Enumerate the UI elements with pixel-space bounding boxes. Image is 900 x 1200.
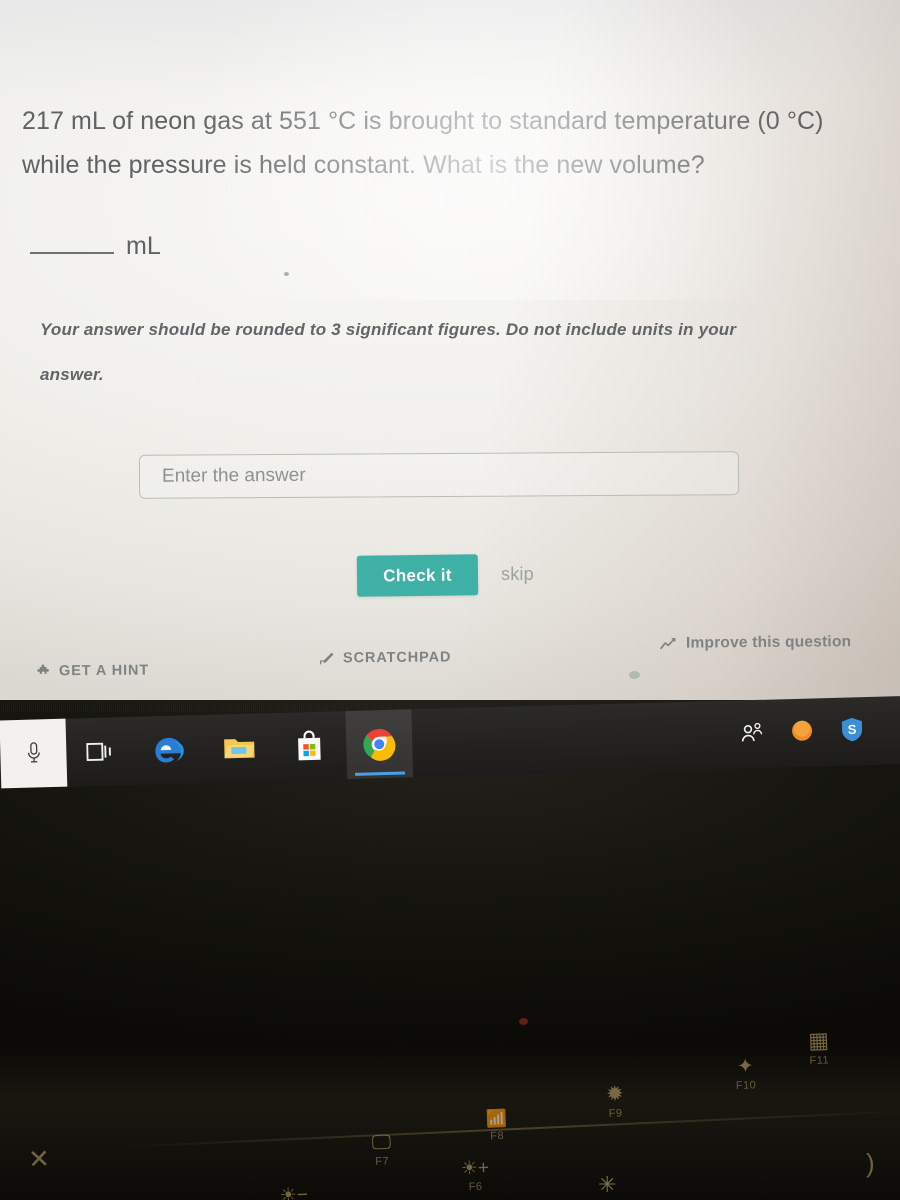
key-f9-label: F9: [608, 1107, 623, 1120]
key-f10-label: F10: [735, 1079, 757, 1092]
skip-button[interactable]: skip: [495, 563, 540, 586]
answer-blank: mL: [30, 232, 161, 261]
key-f5-brightness-down[interactable]: ☀− F5: [279, 1184, 309, 1200]
esc-x-icon: ✕: [27, 1143, 51, 1175]
wireless-icon: 📶: [485, 1108, 508, 1129]
microsoft-store-icon: [298, 730, 321, 761]
scratchpad-button[interactable]: SCRATCHPAD: [318, 649, 451, 666]
taskbar-item-edge[interactable]: [135, 715, 203, 785]
svg-text:S: S: [847, 721, 856, 736]
screen-speck: [284, 272, 289, 276]
key-f10-bluetooth[interactable]: ✦ F10: [735, 1055, 757, 1092]
taskbar-item-file-explorer[interactable]: [205, 713, 273, 783]
brightness-down-icon: ☀−: [279, 1184, 309, 1200]
key-esc[interactable]: ✕: [27, 1143, 51, 1175]
keyboard-backlight-icon: ▦: [807, 1027, 830, 1054]
chrome-icon: [363, 729, 396, 761]
cursor-dot: [629, 671, 640, 679]
question-text: 217 mL of neon gas at 551 °C is brought …: [22, 107, 824, 179]
blank-unit-label: mL: [126, 232, 161, 260]
improve-question-button[interactable]: Improve this question: [660, 633, 851, 653]
key-f8-wireless[interactable]: 📶 F8: [485, 1108, 508, 1143]
key-f11-keyboard-backlight[interactable]: ▦ F11: [807, 1027, 830, 1068]
exercise-page: 217 mL of neon gas at 551 °C is brought …: [0, 0, 900, 712]
blank-underscore: [30, 232, 114, 254]
puzzle-piece-icon: [36, 664, 51, 679]
key-asterisk[interactable]: ✳: [598, 1172, 616, 1198]
orange-circle-icon[interactable]: [790, 718, 815, 748]
cortana-search-box[interactable]: [0, 718, 68, 789]
get-a-hint-button[interactable]: GET A HINT: [36, 663, 149, 680]
get-a-hint-label: GET A HINT: [58, 662, 150, 680]
answer-input[interactable]: [138, 451, 740, 499]
key-f11-label: F11: [809, 1054, 830, 1068]
key-f6-brightness-up[interactable]: ☀+ F6: [460, 1157, 490, 1194]
gear-icon: ✹: [605, 1082, 625, 1106]
deck-speck: [519, 1018, 528, 1025]
brightness-up-icon: ☀+: [460, 1157, 490, 1180]
file-explorer-icon: [224, 739, 255, 759]
shield-s-icon[interactable]: S: [840, 716, 865, 748]
improve-question-label: Improve this question: [685, 633, 852, 652]
system-tray: S: [739, 697, 865, 768]
bluetooth-icon: ✦: [736, 1055, 755, 1078]
people-icon[interactable]: [740, 720, 765, 748]
edge-icon: [155, 737, 184, 763]
taskbar-item-task-view[interactable]: [65, 717, 133, 787]
check-it-button[interactable]: Check it: [356, 554, 479, 597]
laptop-screen: 217 mL of neon gas at 551 °C is brought …: [0, 0, 900, 712]
answer-format-note: Your answer should be rounded to 3 signi…: [40, 320, 737, 384]
scratchpad-label: SCRATCHPAD: [342, 649, 452, 667]
key-paren[interactable]: ): [866, 1148, 875, 1179]
task-view-icon: [86, 742, 111, 762]
key-f8-label: F8: [490, 1129, 505, 1143]
laptop-photo: 217 mL of neon gas at 551 °C is brought …: [0, 0, 900, 1200]
taskbar-item-microsoft-store[interactable]: [275, 711, 343, 781]
trending-up-icon: [660, 637, 678, 651]
taskbar-item-chrome[interactable]: [345, 709, 414, 780]
microphone-icon: [27, 742, 40, 763]
key-f6-label: F6: [468, 1180, 483, 1194]
key-f7-label: F7: [375, 1155, 390, 1168]
key-f7-display[interactable]: 🖵 F7: [371, 1131, 392, 1168]
key-f9-settings[interactable]: ✹ F9: [605, 1082, 625, 1120]
pencil-icon: [318, 651, 335, 666]
